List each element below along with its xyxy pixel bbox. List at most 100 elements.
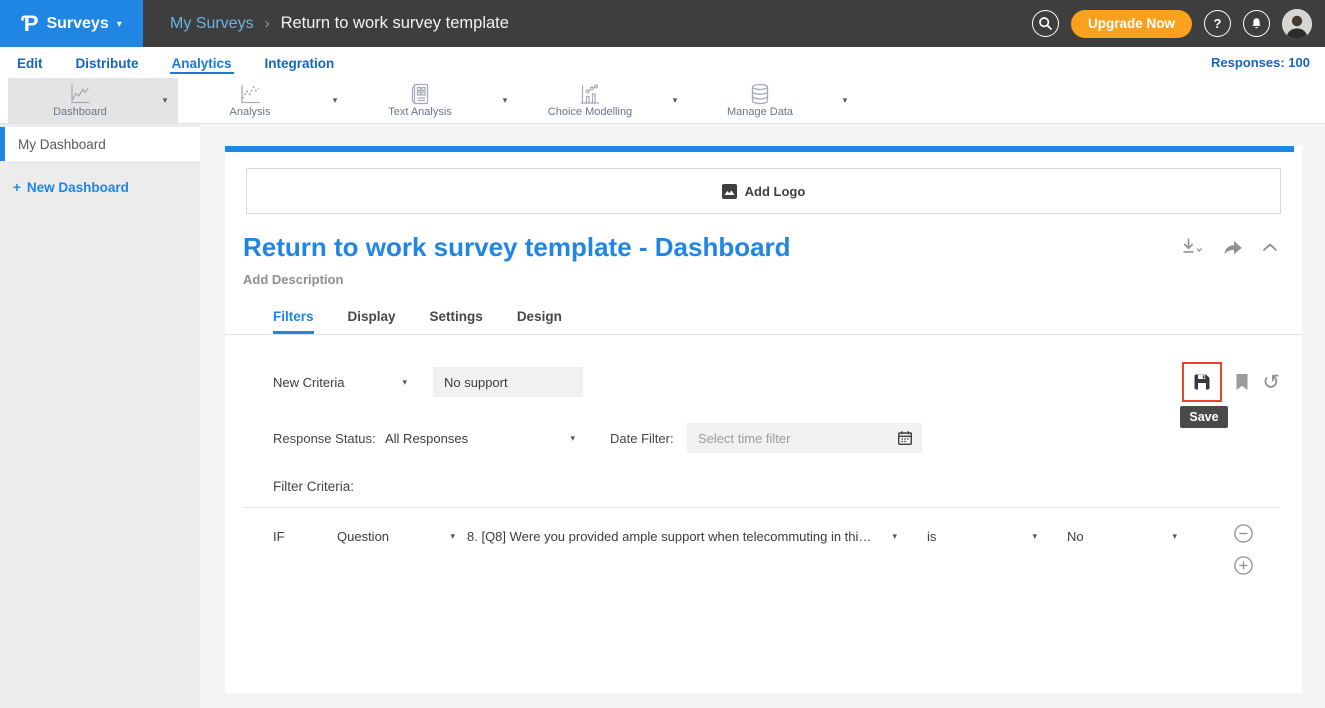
bell-icon bbox=[1249, 16, 1264, 31]
new-dashboard-label: New Dashboard bbox=[27, 180, 129, 195]
answer-value: No bbox=[1067, 529, 1084, 544]
criteria-row-actions bbox=[1234, 524, 1253, 575]
toolbar-dashboard[interactable]: Dashboard ▾ bbox=[8, 78, 178, 123]
criteria-type-value: Question bbox=[337, 529, 389, 544]
nav-tab-analytics[interactable]: Analytics bbox=[170, 52, 234, 74]
criteria-text-input[interactable] bbox=[433, 367, 583, 397]
line-chart-icon bbox=[68, 83, 92, 105]
product-name: Surveys bbox=[46, 15, 108, 33]
responses-count[interactable]: Responses: 100 bbox=[1211, 55, 1310, 70]
new-dashboard-button[interactable]: + New Dashboard bbox=[0, 180, 200, 195]
chevron-down-icon[interactable]: ▾ bbox=[832, 78, 858, 123]
chevron-down-icon[interactable]: ▾ bbox=[152, 78, 178, 123]
tab-filters[interactable]: Filters bbox=[273, 309, 314, 334]
response-status-value: All Responses bbox=[385, 431, 468, 446]
operator-dropdown[interactable]: is ▾ bbox=[927, 529, 1037, 544]
notifications-button[interactable] bbox=[1243, 10, 1270, 37]
share-button[interactable] bbox=[1223, 239, 1243, 256]
chevron-down-icon: ▾ bbox=[450, 531, 455, 542]
download-button[interactable] bbox=[1180, 238, 1204, 257]
toolbar-dashboard-label: Dashboard bbox=[53, 106, 107, 118]
divider bbox=[243, 507, 1280, 508]
chevron-down-icon: ▾ bbox=[1032, 531, 1037, 542]
response-status-label: Response Status: bbox=[273, 431, 385, 446]
tab-settings[interactable]: Settings bbox=[430, 309, 483, 334]
survey-nav: Edit Distribute Analytics Integration Re… bbox=[0, 47, 1325, 78]
breadcrumb-current-page: Return to work survey template bbox=[281, 14, 509, 33]
remove-criteria-button[interactable] bbox=[1234, 524, 1253, 543]
answer-value-dropdown[interactable]: No ▾ bbox=[1067, 529, 1177, 544]
app-window: Ƥ Surveys ▾ My Surveys › Return to work … bbox=[0, 0, 1325, 708]
choice-modelling-icon bbox=[578, 83, 602, 105]
nav-tab-edit[interactable]: Edit bbox=[15, 52, 45, 74]
add-logo-button[interactable]: Add Logo bbox=[246, 168, 1281, 214]
reset-filter-button[interactable]: ↺ bbox=[1262, 372, 1280, 393]
question-dropdown[interactable]: 8. [Q8] Were you provided ample support … bbox=[467, 529, 897, 544]
criteria-type-dropdown[interactable]: Question ▾ bbox=[337, 529, 455, 544]
add-description-field[interactable]: Add Description bbox=[243, 272, 1302, 287]
page-body: My Dashboard + New Dashboard Add Logo R bbox=[0, 124, 1325, 708]
calendar-icon[interactable] bbox=[897, 430, 913, 449]
plus-circle-icon bbox=[1234, 556, 1253, 575]
nav-tab-distribute[interactable]: Distribute bbox=[74, 52, 141, 74]
chevron-down-icon: ▾ bbox=[1172, 531, 1177, 542]
response-status-dropdown[interactable]: All Responses ▾ bbox=[385, 431, 575, 446]
database-icon bbox=[748, 83, 772, 105]
share-icon bbox=[1223, 239, 1243, 256]
question-value: 8. [Q8] Were you provided ample support … bbox=[467, 529, 872, 544]
criteria-name-dropdown[interactable]: New Criteria ▾ bbox=[273, 375, 407, 390]
search-button[interactable] bbox=[1032, 10, 1059, 37]
bookmark-filter-button[interactable] bbox=[1235, 373, 1249, 391]
breadcrumb-my-surveys[interactable]: My Surveys bbox=[170, 15, 254, 33]
tab-display[interactable]: Display bbox=[348, 309, 396, 334]
surveys-product-menu[interactable]: Ƥ Surveys ▾ bbox=[0, 0, 143, 47]
analytics-toolbar: Dashboard ▾ Analysis ▾ bbox=[0, 78, 1325, 124]
questionpro-logo-icon: Ƥ bbox=[21, 13, 38, 35]
header-actions: Upgrade Now ? bbox=[1032, 9, 1312, 39]
minus-circle-icon bbox=[1234, 524, 1253, 543]
text-analysis-icon bbox=[408, 83, 432, 105]
operator-value: is bbox=[927, 529, 936, 544]
filter-criteria-row: IF Question ▾ 8. [Q8] Were you provided … bbox=[273, 524, 1280, 590]
chevron-down-icon: ▾ bbox=[570, 433, 575, 444]
top-header: Ƥ Surveys ▾ My Surveys › Return to work … bbox=[0, 0, 1325, 47]
toolbar-text-analysis[interactable]: Text Analysis ▾ bbox=[348, 78, 518, 123]
collapse-button[interactable] bbox=[1262, 243, 1278, 252]
chevron-down-icon: ▾ bbox=[402, 377, 407, 388]
dashboard-actions bbox=[1180, 238, 1278, 257]
analysis-chart-icon bbox=[238, 83, 262, 105]
dashboard-title[interactable]: Return to work survey template - Dashboa… bbox=[243, 232, 791, 263]
help-button[interactable]: ? bbox=[1204, 10, 1231, 37]
save-icon bbox=[1192, 372, 1212, 392]
add-criteria-button[interactable] bbox=[1234, 556, 1253, 575]
breadcrumb: My Surveys › Return to work survey templ… bbox=[170, 14, 509, 33]
add-logo-label: Add Logo bbox=[745, 184, 806, 199]
tab-design[interactable]: Design bbox=[517, 309, 562, 334]
upgrade-now-button[interactable]: Upgrade Now bbox=[1071, 10, 1192, 38]
card-accent-bar bbox=[225, 146, 1294, 152]
date-filter-input[interactable] bbox=[687, 423, 922, 453]
filter-criteria-label: Filter Criteria: bbox=[273, 479, 354, 494]
sidebar-item-my-dashboard[interactable]: My Dashboard bbox=[0, 127, 200, 161]
content-area: Add Logo Return to work survey template … bbox=[200, 124, 1325, 708]
save-filter-button[interactable] bbox=[1182, 362, 1222, 402]
chevron-down-icon[interactable]: ▾ bbox=[662, 78, 688, 123]
chevron-up-icon bbox=[1262, 243, 1278, 252]
toolbar-analysis[interactable]: Analysis ▾ bbox=[178, 78, 348, 123]
search-icon bbox=[1038, 16, 1053, 31]
toolbar-choice-modelling[interactable]: Choice Modelling ▾ bbox=[518, 78, 688, 123]
user-avatar[interactable] bbox=[1282, 9, 1312, 39]
toolbar-manage-data[interactable]: Manage Data ▾ bbox=[688, 78, 858, 123]
chevron-down-icon: ▾ bbox=[117, 19, 122, 30]
sidebar-item-label: My Dashboard bbox=[18, 137, 106, 152]
nav-tab-integration[interactable]: Integration bbox=[263, 52, 337, 74]
question-mark-icon: ? bbox=[1214, 16, 1222, 31]
chevron-down-icon[interactable]: ▾ bbox=[322, 78, 348, 123]
chevron-down-icon[interactable]: ▾ bbox=[492, 78, 518, 123]
filter-actions: Save ↺ bbox=[1182, 362, 1280, 402]
toolbar-manage-data-label: Manage Data bbox=[727, 106, 793, 118]
survey-nav-items: Edit Distribute Analytics Integration bbox=[15, 52, 336, 74]
toolbar-text-analysis-label: Text Analysis bbox=[388, 106, 452, 118]
criteria-name-value: New Criteria bbox=[273, 375, 345, 390]
chevron-down-icon: ▾ bbox=[892, 531, 897, 542]
